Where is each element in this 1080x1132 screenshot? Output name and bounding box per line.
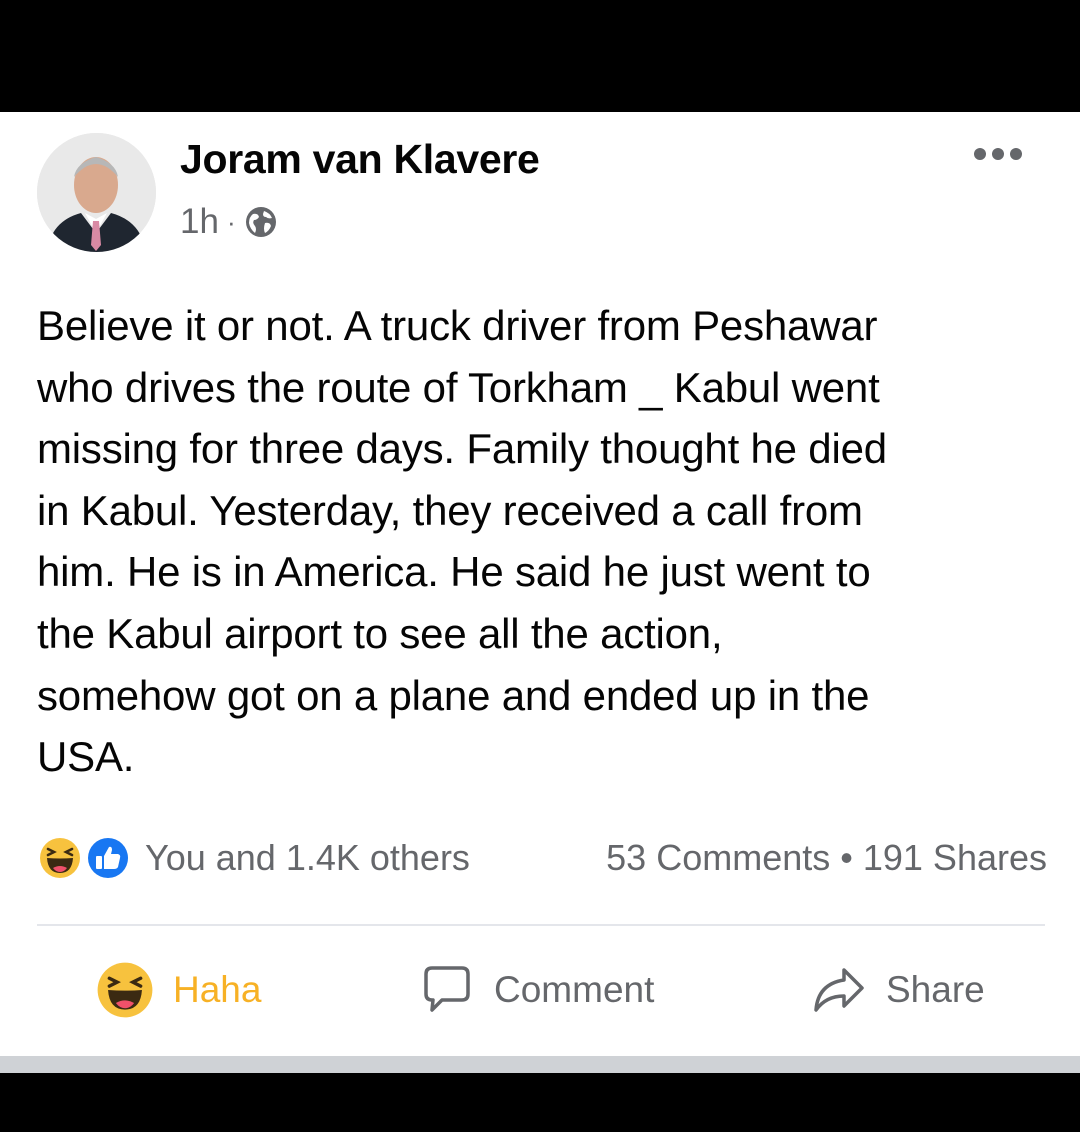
- share-icon: [808, 960, 868, 1020]
- feed-separator: [0, 1056, 1080, 1073]
- shares-count[interactable]: 191 Shares: [863, 837, 1047, 878]
- divider: [37, 924, 1045, 926]
- meta-separator: ·: [226, 206, 236, 237]
- engagement-stats: 53 Comments • 191 Shares: [606, 837, 1047, 879]
- stats-separator: •: [840, 837, 853, 878]
- avatar[interactable]: [37, 133, 156, 252]
- share-button[interactable]: Share: [808, 950, 985, 1030]
- action-bar: Haha Comment Share: [0, 950, 1080, 1030]
- globe-icon: [244, 205, 278, 239]
- haha-icon: [95, 960, 155, 1020]
- comments-count[interactable]: 53 Comments: [606, 837, 830, 878]
- haha-reaction-icon: [37, 835, 83, 886]
- comment-button[interactable]: Comment: [416, 950, 654, 1030]
- comment-icon: [416, 960, 476, 1020]
- share-label: Share: [886, 969, 985, 1010]
- haha-label: Haha: [173, 969, 262, 1010]
- post-time[interactable]: 1h: [180, 202, 219, 242]
- like-reaction-icon: [85, 835, 131, 886]
- author-name[interactable]: Joram van Klavere: [180, 136, 540, 183]
- more-options-icon[interactable]: [974, 148, 1022, 160]
- post-text: Believe it or not. A truck driver from P…: [37, 302, 887, 781]
- post-meta: 1h ·: [180, 202, 278, 242]
- reactions-row: You and 1.4K others 53 Comments • 191 Shar…: [37, 832, 1047, 884]
- top-black-bar: [0, 0, 1080, 112]
- haha-button[interactable]: Haha: [95, 950, 261, 1030]
- post-card: Joram van Klavere 1h · Believe it or not…: [0, 112, 1080, 1056]
- reaction-icons[interactable]: [37, 833, 137, 883]
- bottom-black-bar: [0, 1073, 1080, 1132]
- reaction-summary[interactable]: You and 1.4K others: [145, 837, 470, 879]
- comment-label: Comment: [494, 969, 655, 1010]
